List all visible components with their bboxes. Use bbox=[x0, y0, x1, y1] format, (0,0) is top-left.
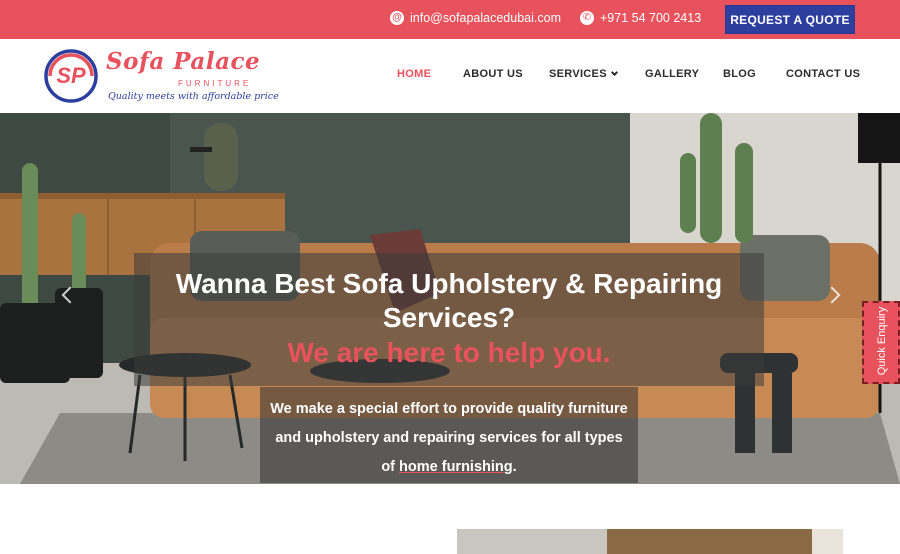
logo-tagline: Quality meets with affordable price bbox=[108, 91, 279, 102]
section-image bbox=[457, 529, 843, 554]
hero-slider: Wanna Best Sofa Upholstery & Repairing S… bbox=[0, 113, 900, 484]
hero-desc-line-3: of home furnishing. bbox=[266, 453, 632, 482]
site-logo[interactable]: SP Sofa Palace FURNITURE Quality meets w… bbox=[44, 48, 279, 106]
header: SP Sofa Palace FURNITURE Quality meets w… bbox=[0, 39, 900, 113]
phone-text: +971 54 700 2413 bbox=[600, 11, 702, 25]
at-icon: @ bbox=[390, 11, 404, 25]
hero-title: Wanna Best Sofa Upholstery & Repairing S… bbox=[175, 268, 723, 333]
hero-highlight: We are here to help you. bbox=[287, 337, 611, 368]
email-text: info@sofapalacedubai.com bbox=[410, 11, 561, 25]
hero-desc-line-1: We make a special effort to provide qual… bbox=[270, 401, 628, 417]
logo-name: Sofa Palace bbox=[106, 48, 261, 75]
nav-contact-us[interactable]: CONTACT US bbox=[786, 68, 860, 80]
hero-description: We make a special effort to provide qual… bbox=[266, 395, 632, 482]
nav-services[interactable]: SERVICES bbox=[549, 68, 618, 80]
request-quote-button[interactable]: REQUEST A QUOTE bbox=[725, 5, 855, 34]
nav-services-label: SERVICES bbox=[549, 68, 607, 80]
quick-enquiry-tab[interactable]: Quick Enquiry bbox=[862, 301, 900, 384]
logo-mark-text: SP bbox=[56, 63, 86, 88]
quick-enquiry-label: Quick Enquiry bbox=[876, 306, 888, 376]
hero-desc-line-2: and upholstery and repairing services fo… bbox=[275, 430, 623, 446]
email-link[interactable]: @ info@sofapalacedubai.com bbox=[390, 11, 561, 25]
logo-mark-icon: SP bbox=[44, 49, 98, 103]
hero-desc-link[interactable]: home furnishing bbox=[399, 459, 513, 475]
chevron-down-icon bbox=[610, 68, 618, 77]
phone-icon: ✆ bbox=[580, 11, 594, 25]
nav-gallery[interactable]: GALLERY bbox=[645, 68, 699, 80]
nav-about-us[interactable]: ABOUT US bbox=[463, 68, 523, 80]
phone-link[interactable]: ✆ +971 54 700 2413 bbox=[580, 11, 701, 25]
top-bar: @ info@sofapalacedubai.com ✆ +971 54 700… bbox=[0, 0, 900, 39]
nav-blog[interactable]: BLOG bbox=[723, 68, 756, 80]
hero-desc-line-3a: of bbox=[381, 459, 400, 475]
nav-home[interactable]: HOME bbox=[397, 68, 431, 80]
hero-desc-line-3c: . bbox=[512, 459, 517, 475]
logo-subtitle: FURNITURE bbox=[178, 79, 252, 88]
